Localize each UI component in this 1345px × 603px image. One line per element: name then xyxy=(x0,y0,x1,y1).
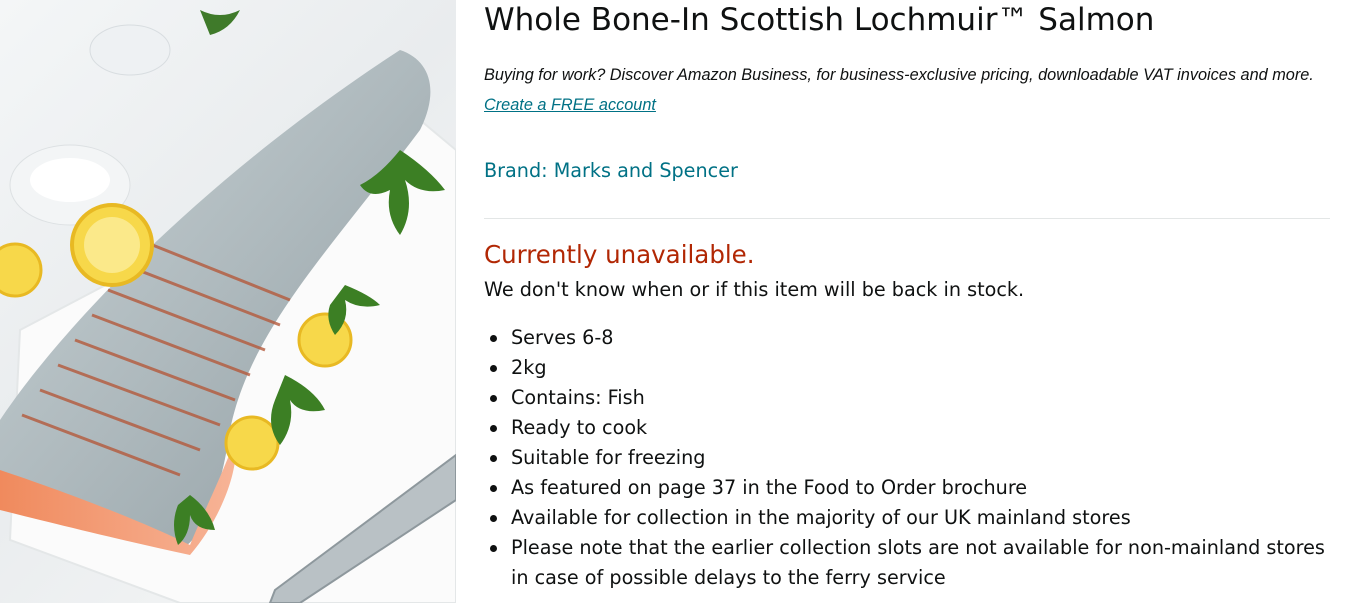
product-title: Whole Bone-In Scottish Lochmuir™ Salmon xyxy=(484,2,1155,38)
feature-bullet: Please note that the earlier collection … xyxy=(490,533,1330,593)
feature-bullet: Available for collection in the majority… xyxy=(490,503,1330,533)
divider xyxy=(484,218,1330,219)
product-image[interactable] xyxy=(0,0,456,603)
feature-bullet: Suitable for freezing xyxy=(490,443,1330,473)
feature-bullet: Ready to cook xyxy=(490,413,1330,443)
availability-status: Currently unavailable. xyxy=(484,240,755,269)
feature-bullet: Serves 6-8 xyxy=(490,323,1330,353)
business-promo-text: Buying for work? Discover Amazon Busines… xyxy=(484,66,1314,84)
stock-note: We don't know when or if this item will … xyxy=(484,278,1025,301)
feature-bullet: Contains: Fish xyxy=(490,383,1330,413)
brand-link[interactable]: Brand: Marks and Spencer xyxy=(484,159,738,182)
create-account-link[interactable]: Create a FREE account xyxy=(484,96,656,114)
business-promo: Buying for work? Discover Amazon Busines… xyxy=(484,60,1330,120)
feature-bullet: 2kg xyxy=(490,353,1330,383)
salmon-illustration xyxy=(0,10,456,603)
feature-bullets: Serves 6-8 2kg Contains: Fish Ready to c… xyxy=(484,323,1330,593)
feature-bullet: As featured on page 37 in the Food to Or… xyxy=(490,473,1330,503)
